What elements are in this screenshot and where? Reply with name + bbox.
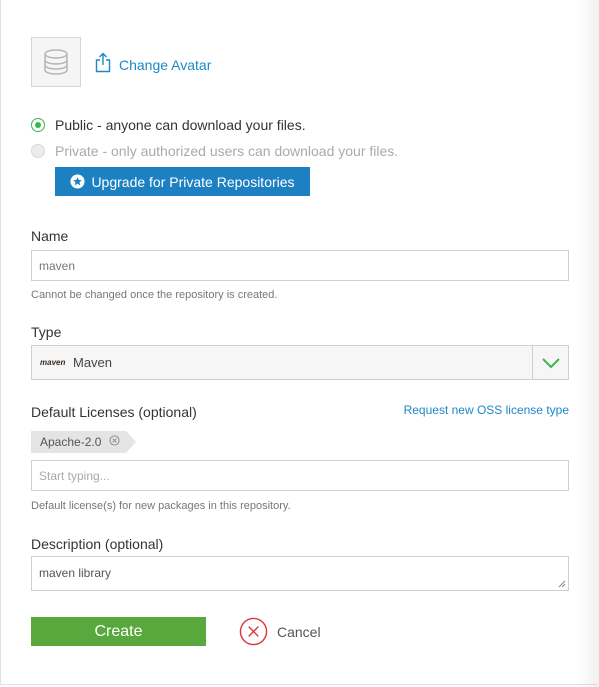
cancel-button[interactable]: Cancel (239, 617, 321, 646)
create-button-label: Create (94, 622, 143, 640)
description-label: Description (optional) (31, 536, 164, 552)
avatar (31, 37, 81, 87)
radio-public-label: Public - anyone can download your files. (55, 117, 306, 133)
maven-logo-icon: maven (40, 354, 66, 372)
change-avatar-link[interactable]: Change Avatar (95, 52, 211, 73)
remove-tag-icon[interactable] (109, 435, 120, 449)
name-help: Cannot be changed once the repository is… (31, 289, 278, 301)
radio-private-indicator (31, 144, 45, 158)
radio-private-label: Private - only authorized users can down… (55, 143, 399, 159)
create-button[interactable]: Create (31, 617, 206, 646)
type-select[interactable]: maven Maven (31, 345, 569, 380)
svg-text:maven: maven (40, 358, 65, 367)
description-value: maven library (39, 566, 112, 580)
change-avatar-label: Change Avatar (119, 57, 212, 73)
radio-public-indicator[interactable] (31, 118, 45, 132)
panel-shadow (577, 0, 599, 687)
license-tag-label: Apache-2.0 (40, 435, 102, 449)
radio-private: Private - only authorized users can down… (31, 143, 398, 159)
type-label: Type (31, 324, 62, 340)
name-field: maven (31, 250, 569, 281)
license-tag: Apache-2.0 (31, 431, 137, 453)
licenses-help: Default license(s) for new packages in t… (31, 500, 291, 512)
type-select-value: Maven (73, 355, 113, 370)
upload-icon (95, 52, 111, 73)
request-license-link[interactable]: Request new OSS license type (404, 403, 569, 417)
resize-grip-icon[interactable] (558, 580, 566, 588)
star-icon (70, 174, 85, 189)
close-icon (239, 617, 268, 646)
database-icon (44, 49, 68, 75)
upgrade-button[interactable]: Upgrade for Private Repositories (55, 167, 310, 196)
radio-public[interactable]: Public - anyone can download your files. (31, 117, 306, 133)
license-search-input[interactable]: Start typing... (31, 460, 569, 491)
chevron-down-icon[interactable] (532, 346, 568, 379)
cancel-button-label: Cancel (277, 623, 321, 640)
licenses-label: Default Licenses (optional) (31, 404, 197, 420)
description-textarea[interactable]: maven library (31, 556, 569, 591)
upgrade-button-label: Upgrade for Private Repositories (91, 173, 295, 190)
name-label: Name (31, 228, 69, 244)
